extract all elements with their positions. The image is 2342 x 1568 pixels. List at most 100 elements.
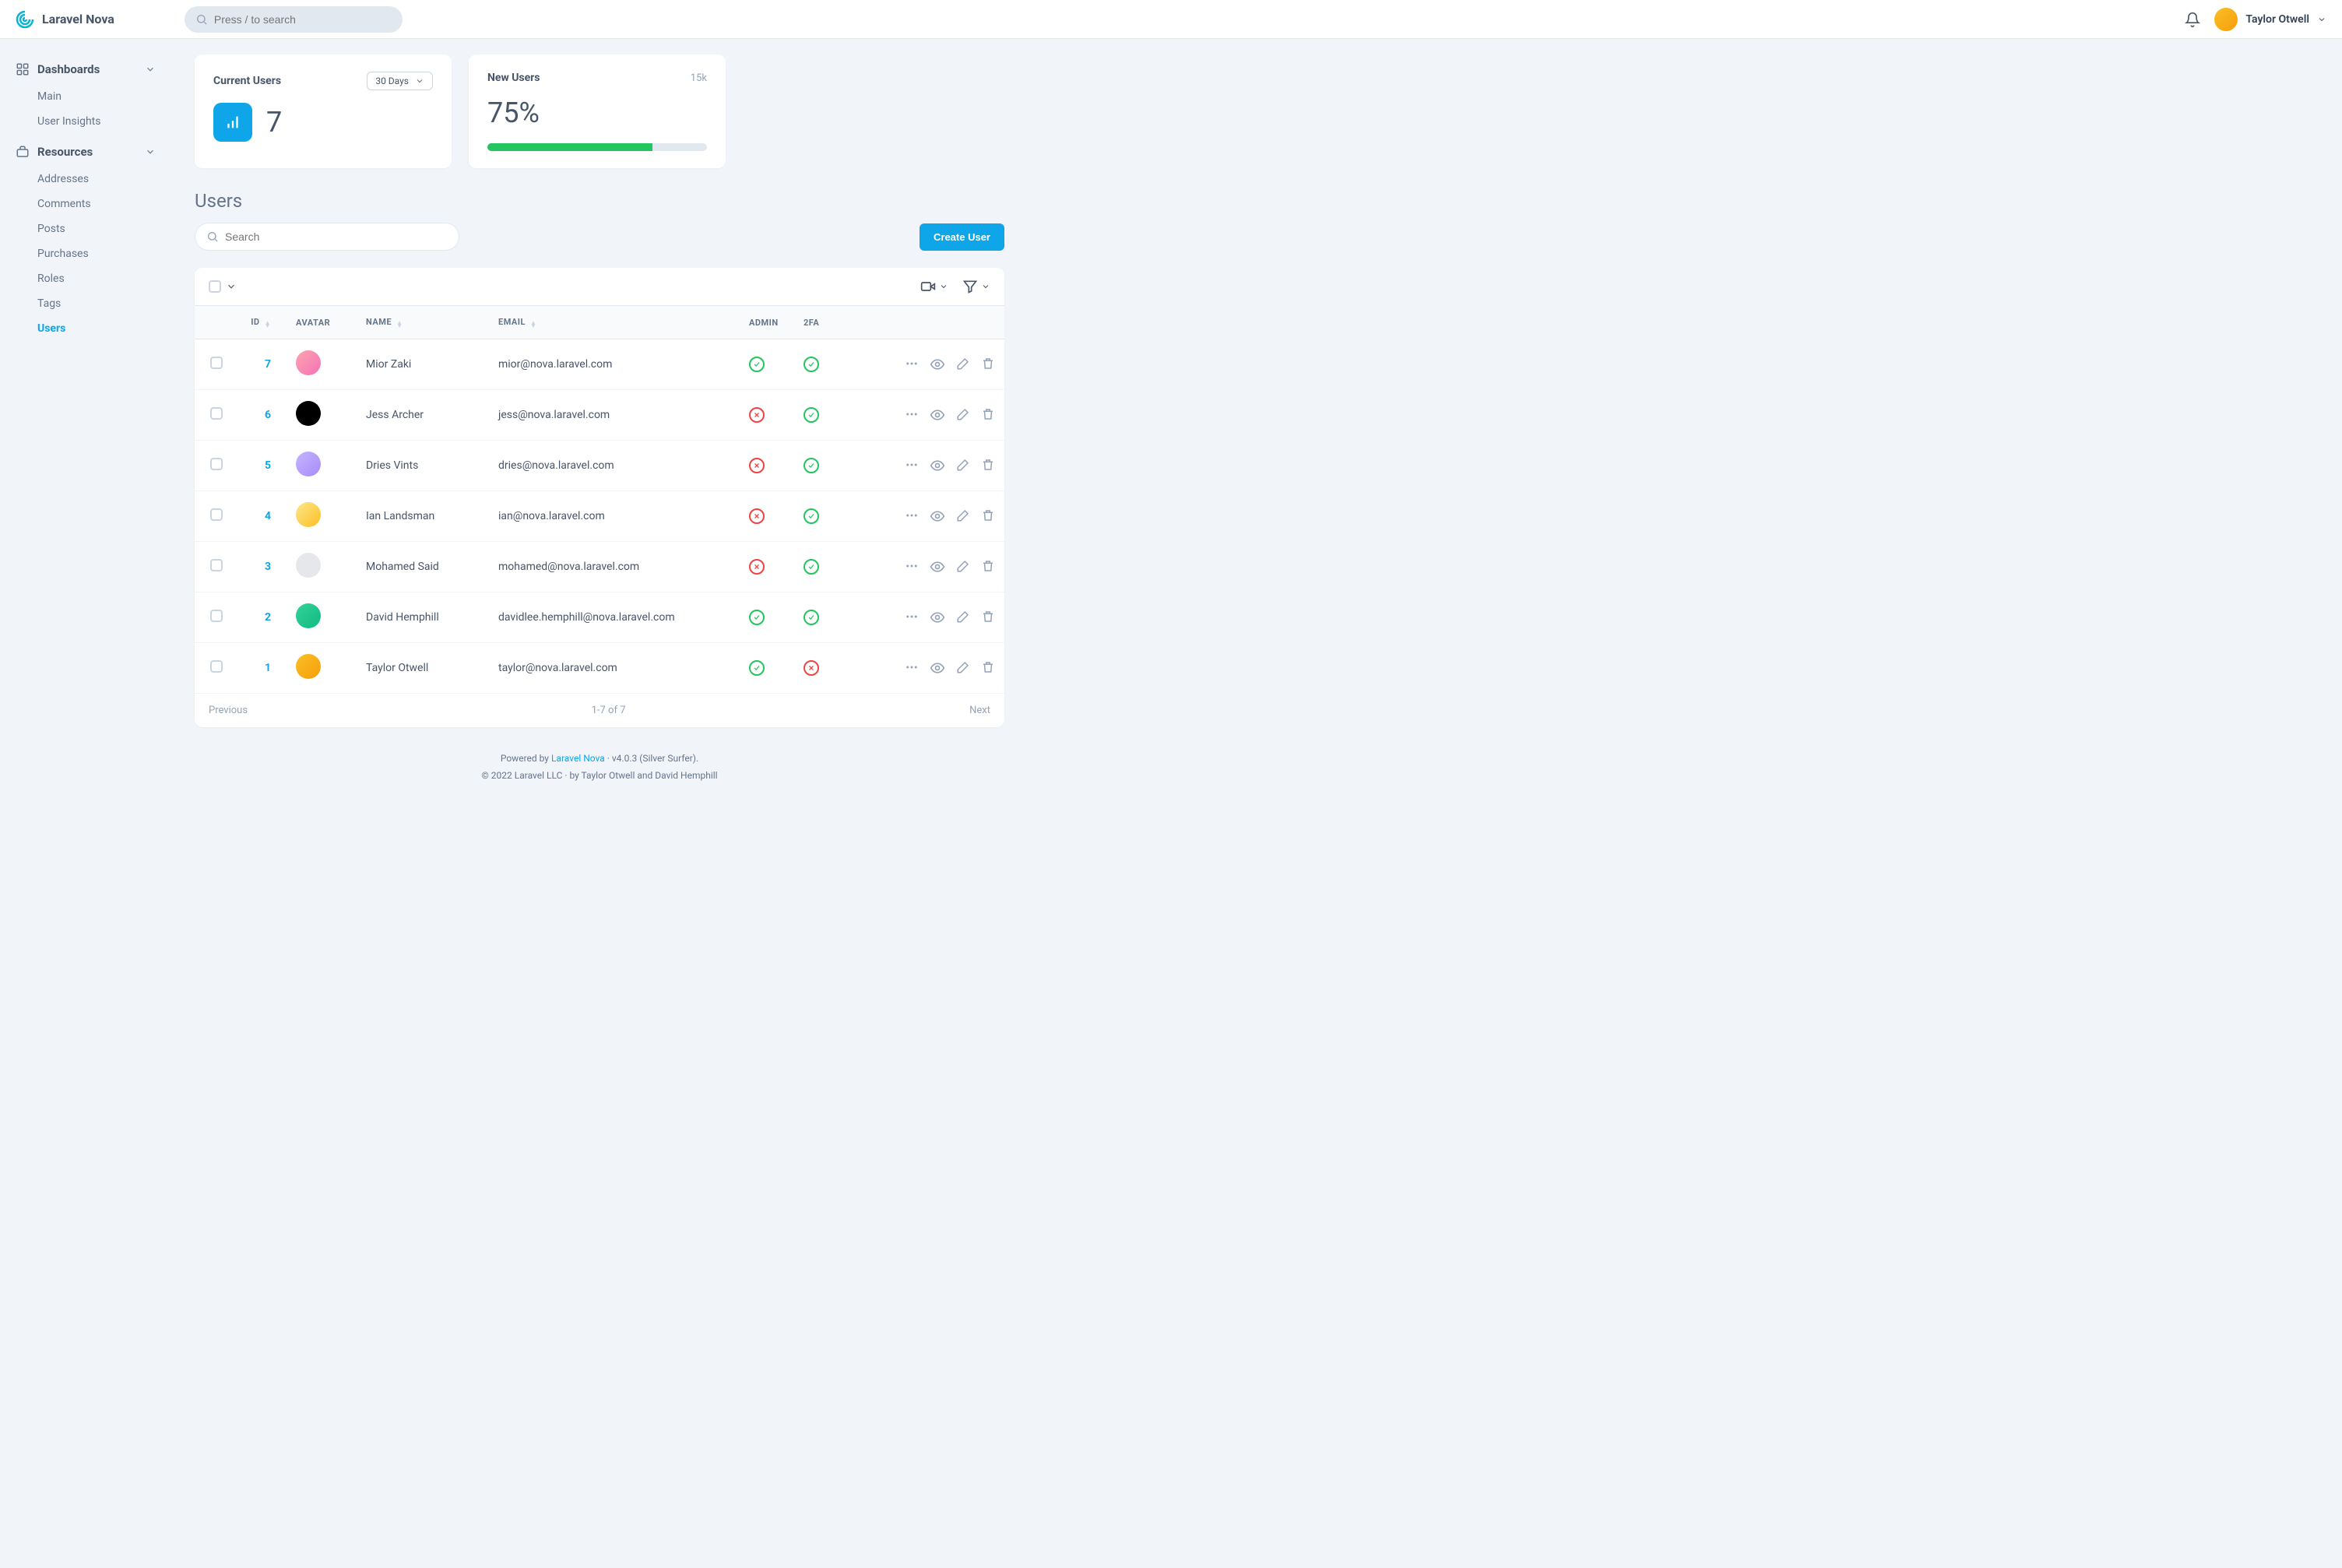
filter-dropdown[interactable] xyxy=(962,279,990,294)
card-new-users: New Users 15k 75% xyxy=(469,54,726,168)
row-checkbox[interactable] xyxy=(210,458,223,470)
trash-icon[interactable] xyxy=(981,559,995,575)
create-user-button[interactable]: Create User xyxy=(920,223,1004,251)
edit-icon[interactable] xyxy=(956,610,970,625)
footer-nova-link[interactable]: Laravel Nova xyxy=(551,753,605,764)
col-2fa: 2FA xyxy=(794,306,849,339)
sidebar-item-users[interactable]: Users xyxy=(6,316,165,341)
cell-name: Ian Landsman xyxy=(357,491,489,542)
cell-name: Taylor Otwell xyxy=(357,643,489,694)
more-icon[interactable] xyxy=(905,458,919,473)
cell-admin xyxy=(740,643,794,694)
edit-icon[interactable] xyxy=(956,508,970,524)
col-id[interactable]: ID▲▼ xyxy=(232,306,287,339)
sidebar-item-main[interactable]: Main xyxy=(6,84,165,109)
more-icon[interactable] xyxy=(905,610,919,625)
edit-icon[interactable] xyxy=(956,660,970,676)
more-icon[interactable] xyxy=(905,407,919,423)
trash-icon[interactable] xyxy=(981,508,995,524)
logo[interactable]: Laravel Nova xyxy=(16,10,114,29)
sidebar-item-purchases[interactable]: Purchases xyxy=(6,241,165,266)
id-link[interactable]: 5 xyxy=(265,459,271,472)
table-row: 4 Ian Landsman ian@nova.laravel.com xyxy=(195,491,1004,542)
next-page[interactable]: Next xyxy=(969,705,990,716)
cell-admin xyxy=(740,592,794,643)
lens-dropdown[interactable] xyxy=(920,279,948,294)
eye-icon[interactable] xyxy=(930,458,945,473)
grid-icon xyxy=(16,62,30,76)
col-name[interactable]: NAME▲▼ xyxy=(357,306,489,339)
id-link[interactable]: 6 xyxy=(265,409,271,421)
global-search[interactable] xyxy=(185,6,403,33)
trash-icon[interactable] xyxy=(981,458,995,473)
nav-heading-resources[interactable]: Resources xyxy=(6,137,165,167)
cell-name: Mior Zaki xyxy=(357,339,489,390)
cell-2fa xyxy=(794,390,849,441)
global-search-input[interactable] xyxy=(214,13,392,26)
search-users[interactable] xyxy=(195,223,459,251)
avatar xyxy=(296,502,321,527)
edit-icon[interactable] xyxy=(956,458,970,473)
sidebar-item-roles[interactable]: Roles xyxy=(6,266,165,291)
eye-icon[interactable] xyxy=(930,357,945,372)
row-actions xyxy=(858,458,995,473)
edit-icon[interactable] xyxy=(956,407,970,423)
edit-icon[interactable] xyxy=(956,559,970,575)
trash-icon[interactable] xyxy=(981,407,995,423)
eye-icon[interactable] xyxy=(930,407,945,423)
sidebar-item-tags[interactable]: Tags xyxy=(6,291,165,316)
id-link[interactable]: 3 xyxy=(265,561,271,573)
sort-icon: ▲▼ xyxy=(265,322,271,328)
search-users-input[interactable] xyxy=(225,230,448,243)
row-checkbox[interactable] xyxy=(210,559,223,571)
row-checkbox[interactable] xyxy=(210,357,223,369)
avatar xyxy=(2214,8,2238,31)
cell-2fa xyxy=(794,592,849,643)
trash-icon[interactable] xyxy=(981,610,995,625)
more-icon[interactable] xyxy=(905,357,919,372)
trash-icon[interactable] xyxy=(981,357,995,372)
sidebar-item-comments[interactable]: Comments xyxy=(6,192,165,216)
more-icon[interactable] xyxy=(905,508,919,524)
table-row: 5 Dries Vints dries@nova.laravel.com xyxy=(195,441,1004,491)
id-link[interactable]: 1 xyxy=(265,662,271,674)
id-link[interactable]: 7 xyxy=(265,358,271,371)
pagination: Previous 1-7 of 7 Next xyxy=(195,693,1004,727)
more-icon[interactable] xyxy=(905,559,919,575)
row-checkbox[interactable] xyxy=(210,660,223,673)
col-email[interactable]: EMAIL▲▼ xyxy=(489,306,740,339)
row-checkbox[interactable] xyxy=(210,610,223,622)
id-link[interactable]: 2 xyxy=(265,611,271,624)
chevron-down-icon xyxy=(145,64,156,75)
app-name: Laravel Nova xyxy=(42,12,114,26)
more-icon[interactable] xyxy=(905,660,919,676)
id-link[interactable]: 4 xyxy=(265,510,271,522)
row-checkbox[interactable] xyxy=(210,407,223,420)
card-current-users: Current Users 30 Days 7 xyxy=(195,54,452,168)
metric-value: 7 xyxy=(266,106,282,139)
eye-icon[interactable] xyxy=(930,559,945,575)
search-icon xyxy=(206,230,219,243)
select-all-checkbox[interactable] xyxy=(209,280,221,293)
eye-icon[interactable] xyxy=(930,610,945,625)
row-checkbox[interactable] xyxy=(210,508,223,521)
row-actions xyxy=(858,559,995,575)
nav-heading-dashboards[interactable]: Dashboards xyxy=(6,54,165,84)
user-menu[interactable]: Taylor Otwell xyxy=(2214,8,2326,31)
trash-icon[interactable] xyxy=(981,660,995,676)
sidebar-item-posts[interactable]: Posts xyxy=(6,216,165,241)
chevron-down-icon[interactable] xyxy=(226,281,237,292)
cell-email: taylor@nova.laravel.com xyxy=(489,643,740,694)
bell-icon[interactable] xyxy=(2185,12,2200,27)
cell-email: mohamed@nova.laravel.com xyxy=(489,542,740,592)
sidebar-item-user-insights[interactable]: User Insights xyxy=(6,109,165,134)
eye-icon[interactable] xyxy=(930,660,945,676)
new-users-percent: 75% xyxy=(487,97,707,129)
sidebar-item-addresses[interactable]: Addresses xyxy=(6,167,165,192)
table-row: 6 Jess Archer jess@nova.laravel.com xyxy=(195,390,1004,441)
col-admin: ADMIN xyxy=(740,306,794,339)
edit-icon[interactable] xyxy=(956,357,970,372)
period-select[interactable]: 30 Days xyxy=(367,72,433,90)
eye-icon[interactable] xyxy=(930,508,945,524)
prev-page[interactable]: Previous xyxy=(209,705,248,716)
